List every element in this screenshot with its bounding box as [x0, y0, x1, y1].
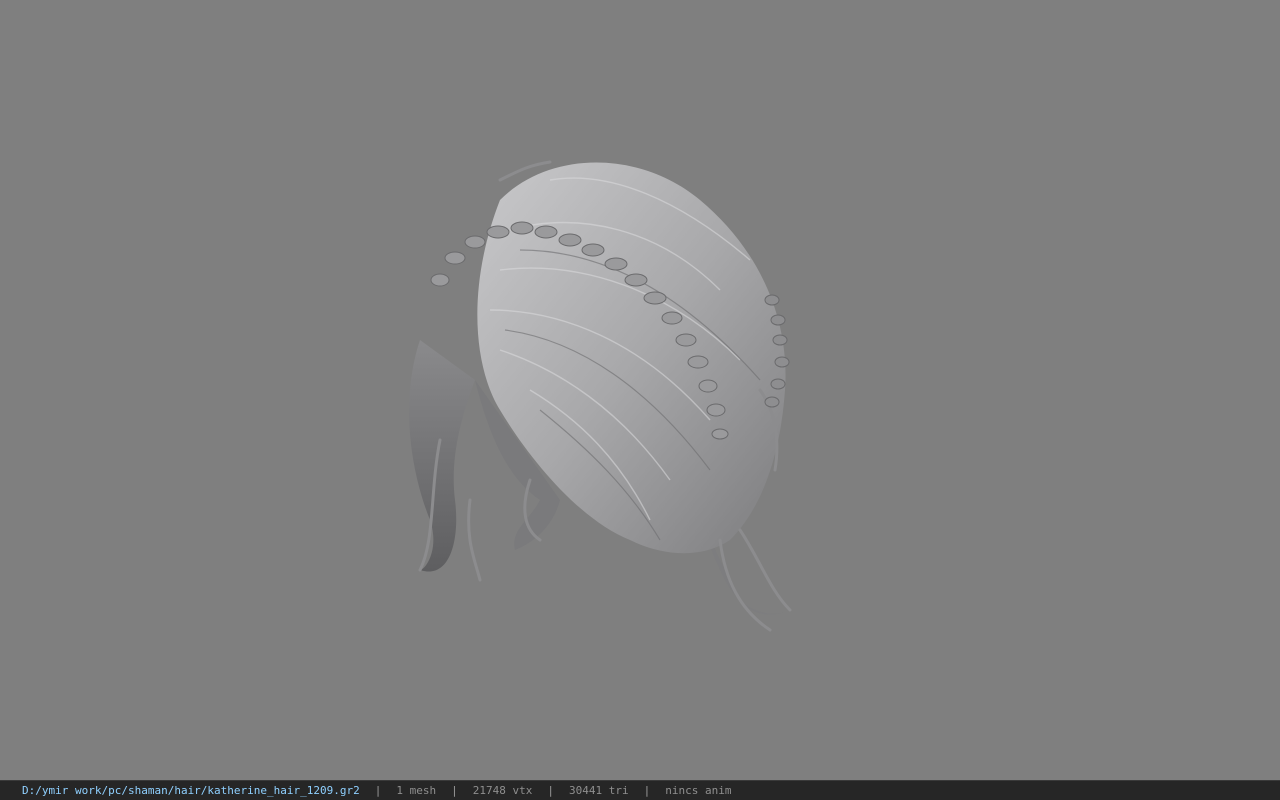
status-bar: D:/ymir work/pc/shaman/hair/katherine_ha… — [0, 780, 1280, 800]
animation-status: nincs anim — [665, 784, 732, 797]
hair-model-render — [409, 160, 792, 632]
separator: | — [643, 784, 651, 797]
vertex-count: 21748 vtx — [472, 784, 533, 797]
triangle-count: 30441 tri — [569, 784, 629, 797]
separator: | — [451, 784, 458, 797]
separator: | — [374, 784, 382, 797]
mesh-count: 1 mesh — [396, 784, 437, 797]
separator: | — [547, 784, 554, 797]
file-path: D:/ymir work/pc/shaman/hair/katherine_ha… — [22, 784, 360, 797]
3d-viewport[interactable] — [0, 0, 1280, 780]
